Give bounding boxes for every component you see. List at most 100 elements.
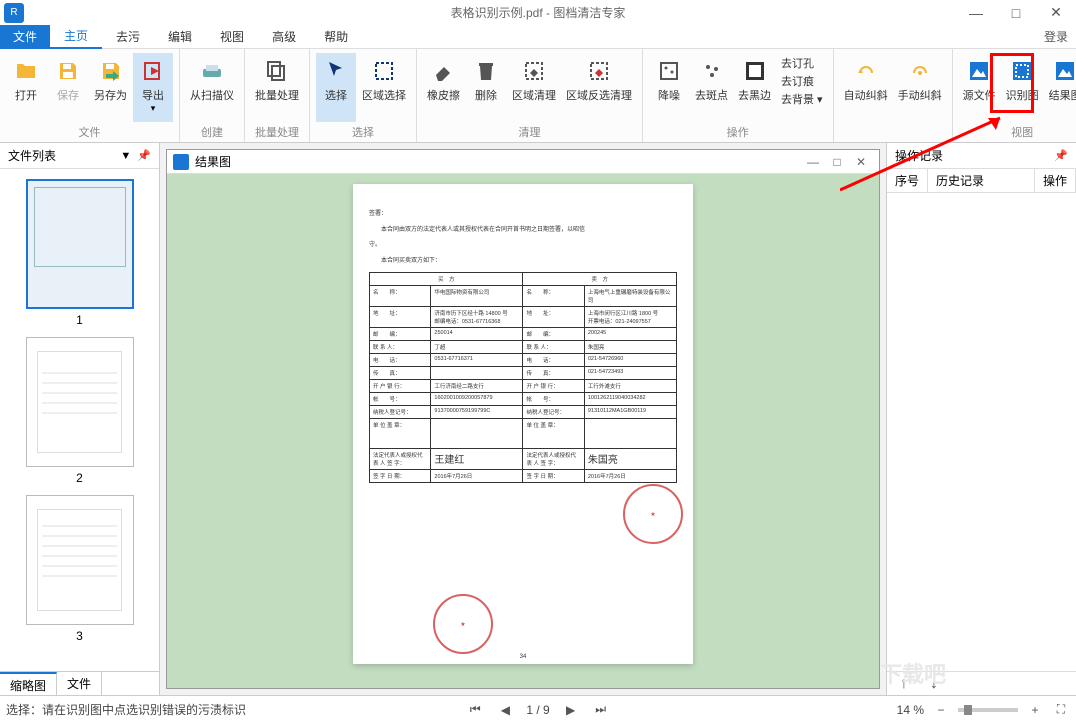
zoom-out-button[interactable]: −: [932, 701, 950, 719]
select-button[interactable]: 选择: [316, 53, 356, 122]
from-scanner-button[interactable]: 从扫描仪: [186, 53, 238, 122]
result-window-title: 结果图: [195, 153, 231, 170]
menubar: 文件 主页 去污 编辑 视图 高级 帮助 登录: [0, 25, 1076, 49]
document-page: 签署： 本合同由双方的法定代表人或其授权代表在合同开首书明之日期签署，以昭信 守…: [353, 184, 693, 664]
save-button[interactable]: 保存: [48, 53, 88, 122]
docwin-close-button[interactable]: ✕: [849, 155, 873, 169]
source-file-button[interactable]: 源文件: [959, 53, 1000, 122]
seller-stamp: ★: [623, 484, 683, 544]
history-header: 序号 历史记录 操作: [887, 169, 1076, 193]
group-label-clean: 清理: [519, 122, 541, 142]
minimize-button[interactable]: —: [956, 0, 996, 25]
col-history: 历史记录: [928, 169, 1035, 192]
denoise-icon: [655, 57, 683, 85]
area-clean-button[interactable]: 区域清理: [508, 53, 560, 122]
file-list-panel: 文件列表 ▼ 📌 1 2 3 缩略图: [0, 143, 160, 695]
batch-icon: [263, 57, 291, 85]
area-select-button[interactable]: 区域选择: [358, 53, 410, 122]
menu-help[interactable]: 帮助: [310, 25, 362, 49]
document-viewport[interactable]: 签署： 本合同由双方的法定代表人或其授权代表在合同开首书明之日期签署，以昭信 守…: [167, 174, 879, 688]
menu-home[interactable]: 主页: [50, 25, 102, 49]
menu-clean[interactable]: 去污: [102, 25, 154, 49]
docwin-maximize-button[interactable]: □: [825, 155, 849, 169]
thumbnail-page-1[interactable]: 1: [26, 179, 134, 327]
auto-deskew-icon: [852, 57, 880, 85]
maximize-button[interactable]: □: [996, 0, 1036, 25]
remove-punch-holes-button[interactable]: 去订孔: [781, 55, 823, 71]
close-button[interactable]: ✕: [1036, 0, 1076, 25]
nav-next-button[interactable]: ▶: [562, 701, 580, 719]
pin-icon[interactable]: 📌: [137, 149, 151, 162]
page-footer-number: 34: [520, 654, 527, 660]
thumbnail-page-3[interactable]: 3: [26, 495, 134, 643]
tab-thumbnails[interactable]: 缩略图: [0, 672, 57, 695]
seller-signature: 朱国亮: [588, 455, 618, 466]
area-clean-icon: [520, 57, 548, 85]
nav-prev-button[interactable]: ◀: [496, 701, 514, 719]
history-panel: 操作记录 📌 序号 历史记录 操作 ↑ ↓: [886, 143, 1076, 695]
recognize-image-button[interactable]: 识别图: [1002, 53, 1043, 122]
window-title: 表格识别示例.pdf - 图档清洁专家: [451, 4, 626, 21]
group-label-batch: 批量处理: [255, 122, 299, 142]
batch-button[interactable]: 批量处理: [251, 53, 303, 122]
area-invert-clean-button[interactable]: 区域反选清理: [562, 53, 636, 122]
history-pin-icon[interactable]: 📌: [1054, 149, 1068, 162]
file-list-title: 文件列表: [8, 147, 56, 164]
result-window-icon: [173, 154, 189, 170]
cursor-icon: [322, 57, 350, 85]
filter-icon[interactable]: ▼: [120, 150, 131, 162]
save-icon: [54, 57, 82, 85]
trash-icon: [472, 57, 500, 85]
menu-edit[interactable]: 编辑: [154, 25, 206, 49]
menu-advanced[interactable]: 高级: [258, 25, 310, 49]
zoom-in-button[interactable]: +: [1026, 701, 1044, 719]
saveas-button[interactable]: 另存为: [90, 53, 131, 122]
delete-button[interactable]: 删除: [466, 53, 506, 122]
denoise-button[interactable]: 降噪: [649, 53, 689, 122]
statusbar: 选择： 请在识别图中点选识别错误的污渍标识 ⏮ ◀ 1 / 9 ▶ ⏭ 14 %…: [0, 695, 1076, 723]
ribbon: 打开 保存 另存为 导出▾ 文件 从扫描仪 创建 批量处理 批量处理 选择 区域…: [0, 49, 1076, 143]
status-hint-label: 选择：: [6, 701, 42, 718]
remove-staple-marks-button[interactable]: 去订痕: [781, 73, 823, 89]
page-indicator: 1 / 9: [526, 703, 549, 717]
tab-files[interactable]: 文件: [57, 672, 102, 695]
despeckle-icon: [698, 57, 726, 85]
menu-view[interactable]: 视图: [206, 25, 258, 49]
open-button[interactable]: 打开: [6, 53, 46, 122]
marquee-icon: [370, 57, 398, 85]
buyer-stamp: ★: [433, 594, 493, 654]
zoom-value: 14 %: [897, 703, 924, 717]
remove-black-border-button[interactable]: 去黑边: [734, 53, 775, 122]
despeckle-button[interactable]: 去斑点: [691, 53, 732, 122]
zoom-slider[interactable]: [958, 708, 1018, 712]
black-border-icon: [741, 57, 769, 85]
docwin-minimize-button[interactable]: —: [801, 155, 825, 169]
result-image-button[interactable]: 结果图: [1045, 53, 1076, 122]
manual-deskew-icon: [906, 57, 934, 85]
result-image-icon: [1051, 57, 1076, 85]
nav-last-button[interactable]: ⏭: [592, 701, 610, 719]
area-invert-clean-icon: [585, 57, 613, 85]
scroll-up-icon[interactable]: ↑: [895, 675, 913, 693]
result-window: 结果图 — □ ✕ 签署： 本合同由双方的法定代表人或其授权代表在合同开首书明之…: [166, 149, 880, 689]
eraser-button[interactable]: 橡皮擦: [423, 53, 464, 122]
export-button[interactable]: 导出▾: [133, 53, 173, 122]
recognize-image-icon: [1008, 57, 1036, 85]
center-panel: 结果图 — □ ✕ 签署： 本合同由双方的法定代表人或其授权代表在合同开首书明之…: [160, 143, 886, 695]
titlebar: R 表格识别示例.pdf - 图档清洁专家 — □ ✕: [0, 0, 1076, 25]
folder-icon: [12, 57, 40, 85]
status-hint: 请在识别图中点选识别错误的污渍标识: [42, 701, 246, 718]
remove-background-button[interactable]: 去背景 ▾: [781, 91, 823, 107]
thumbnail-page-2[interactable]: 2: [26, 337, 134, 485]
nav-first-button[interactable]: ⏮: [466, 701, 484, 719]
menu-file[interactable]: 文件: [0, 25, 50, 49]
auto-deskew-button[interactable]: 自动纠斜: [840, 53, 892, 126]
login-link[interactable]: 登录: [1044, 28, 1068, 45]
manual-deskew-button[interactable]: 手动纠斜: [894, 53, 946, 126]
group-label-create: 创建: [201, 122, 223, 142]
group-label-select: 选择: [352, 122, 374, 142]
scroll-down-icon[interactable]: ↓: [925, 675, 943, 693]
fit-button[interactable]: ⛶: [1052, 701, 1070, 719]
saveas-icon: [97, 57, 125, 85]
contract-table: 买 方卖 方 名 称：华电国际物资有限公司名 称：上海电气上重碾磨特装设备有限公…: [369, 272, 677, 483]
